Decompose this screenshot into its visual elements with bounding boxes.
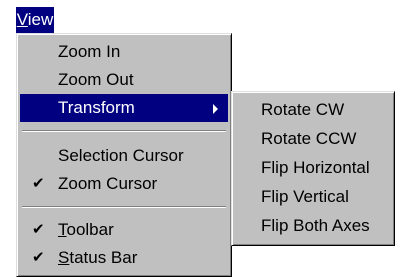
menu-view-mnemonic: V [16, 10, 28, 29]
submenu-item-flip-horizontal[interactable]: Flip Horizontal [235, 154, 391, 182]
toolbar-label: Toolbar [58, 216, 114, 244]
menu-item-toolbar[interactable]: ✔ Toolbar [20, 216, 228, 244]
status-bar-label: Status Bar [58, 244, 137, 272]
status-bar-label-rest: tatus Bar [69, 248, 138, 267]
submenu-item-flip-vertical[interactable]: Flip Vertical [235, 183, 391, 211]
status-bar-mnemonic: S [58, 248, 70, 267]
transform-label: Transform [58, 98, 135, 117]
rotate-ccw-label: Rotate CCW [261, 129, 357, 148]
menu-view[interactable]: View [16, 7, 54, 33]
menu-separator [22, 206, 226, 208]
rotate-cw-label: Rotate CW [261, 100, 345, 119]
menu-item-selection-cursor[interactable]: Selection Cursor [20, 142, 228, 170]
flip-horizontal-label: Flip Horizontal [261, 158, 370, 177]
checkmark-icon: ✔ [32, 221, 45, 238]
menu-view-label: iew [27, 10, 54, 29]
checkmark-icon: ✔ [32, 249, 45, 266]
zoom-cursor-label: Zoom Cursor [58, 174, 158, 193]
menu-item-transform[interactable]: Transform [20, 94, 228, 122]
zoom-out-label: Zoom Out [58, 70, 134, 89]
submenu-item-flip-both-axes[interactable]: Flip Both Axes [235, 212, 391, 240]
menu-item-zoom-out[interactable]: Zoom Out [20, 66, 228, 94]
transform-submenu: Rotate CW Rotate CCW Flip Horizontal Fli… [231, 91, 395, 246]
submenu-arrow-icon [213, 104, 218, 114]
flip-vertical-label: Flip Vertical [261, 187, 349, 206]
menu-item-zoom-in[interactable]: Zoom In [20, 38, 228, 66]
submenu-item-rotate-cw[interactable]: Rotate CW [235, 96, 391, 124]
menu-item-status-bar[interactable]: ✔ Status Bar [20, 244, 228, 272]
zoom-in-label: Zoom In [58, 42, 121, 61]
view-menu: Zoom In Zoom Out Transform Selection Cur… [16, 33, 232, 277]
toolbar-label-rest: oolbar [66, 220, 114, 239]
selection-cursor-label: Selection Cursor [58, 146, 184, 165]
menu-separator [22, 130, 226, 132]
toolbar-mnemonic: T [58, 220, 67, 239]
submenu-item-rotate-ccw[interactable]: Rotate CCW [235, 125, 391, 153]
flip-both-axes-label: Flip Both Axes [261, 216, 370, 235]
checkmark-icon: ✔ [32, 175, 45, 192]
menu-item-zoom-cursor[interactable]: ✔ Zoom Cursor [20, 170, 228, 198]
